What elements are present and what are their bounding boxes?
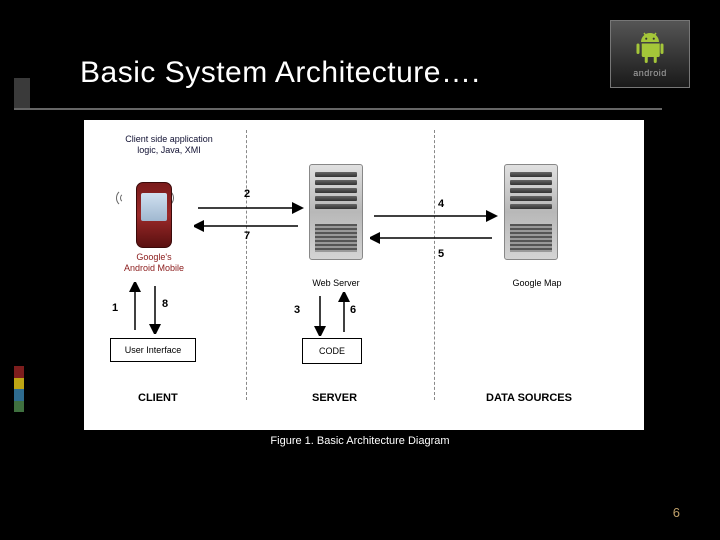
step-3: 3 [294, 304, 300, 316]
data-source-server-icon [504, 164, 558, 260]
step-5: 5 [438, 248, 444, 260]
zone-server-label: SERVER [312, 392, 357, 404]
step-6: 6 [350, 304, 356, 316]
android-logo: android [610, 20, 690, 88]
android-phone-icon [136, 182, 172, 248]
stripe-seg-3 [14, 389, 24, 401]
figure-caption: Figure 1. Basic Architecture Diagram [0, 435, 720, 447]
phone-label: Google's Android Mobile [122, 252, 186, 274]
architecture-diagram: Client side application logic, Java, XMI… [84, 120, 644, 430]
divider-1 [246, 130, 247, 400]
user-interface-box: User Interface [110, 338, 196, 362]
step-8: 8 [162, 298, 168, 310]
step-7: 7 [244, 230, 250, 242]
code-box: CODE [302, 338, 362, 364]
step-1: 1 [112, 302, 118, 314]
step-4: 4 [438, 198, 444, 210]
divider-2 [434, 130, 435, 400]
header-accent-bar [14, 78, 30, 108]
stripe-seg-2 [14, 378, 24, 390]
stripe-seg-1 [14, 366, 24, 378]
arrow-server-data [370, 202, 498, 258]
android-wordmark: android [633, 68, 667, 78]
android-robot-icon [632, 30, 668, 66]
step-2: 2 [244, 188, 250, 200]
web-server-icon [309, 164, 363, 260]
color-stripe [14, 366, 24, 412]
data-source-label: Google Map [502, 278, 572, 289]
header-underline [14, 108, 662, 110]
zone-data-label: DATA SOURCES [486, 392, 572, 404]
stripe-seg-4 [14, 401, 24, 413]
client-desc: Client side application logic, Java, XMI [114, 134, 224, 156]
slide-title: Basic System Architecture…. [80, 56, 480, 90]
zone-client-label: CLIENT [138, 392, 178, 404]
page-number: 6 [673, 505, 680, 520]
web-server-label: Web Server [306, 278, 366, 289]
